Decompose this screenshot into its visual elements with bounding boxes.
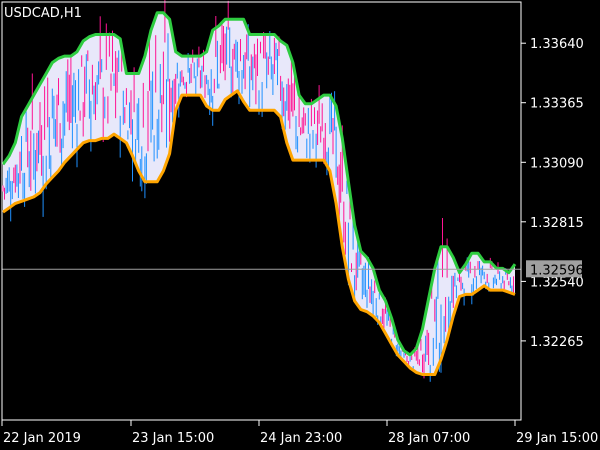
y-tick-label: 1.32815 (530, 216, 584, 231)
y-tick-label: 1.32265 (530, 335, 584, 350)
x-tick-label: 28 Jan 07:00 (388, 431, 470, 446)
y-tick-label: 1.33365 (530, 97, 584, 112)
chart-title: USDCAD,H1 (4, 6, 82, 21)
x-tick-label: 23 Jan 15:00 (132, 431, 214, 446)
x-tick-label: 24 Jan 23:00 (260, 431, 342, 446)
x-tick-label: 29 Jan 15:00 (516, 431, 598, 446)
current-price-label: 1.32596 (530, 263, 584, 278)
x-tick-label: 22 Jan 2019 (3, 431, 81, 446)
chart-svg: 1.336401.333651.330901.328151.325401.322… (0, 0, 600, 450)
chart-root: 1.33640 1.33365 1.33090 1.32815 1.32540 1.322… (0, 0, 600, 450)
y-tick-label: 1.33640 (530, 37, 584, 52)
y-tick-label: 1.33090 (530, 156, 584, 171)
